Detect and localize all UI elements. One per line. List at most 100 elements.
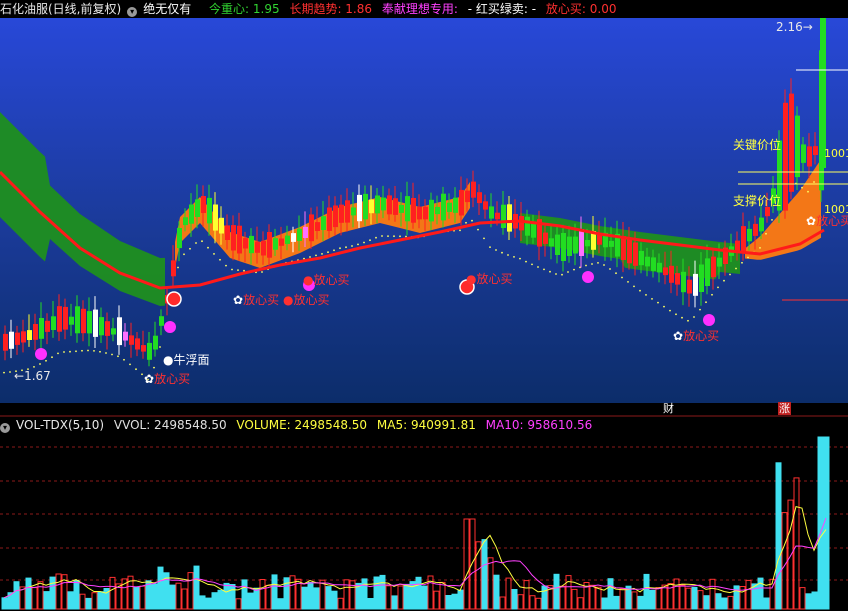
- header-item-trend: 长期趋势: 1.86: [289, 2, 373, 16]
- candle-body: [15, 332, 20, 345]
- candle-body: [693, 273, 698, 296]
- candle-body: [555, 234, 560, 255]
- candle-body: [69, 316, 74, 325]
- dotted-line-point: [549, 270, 551, 273]
- dotted-line-point: [813, 181, 815, 183]
- dotted-line-point: [213, 253, 215, 255]
- volume-bar: [727, 595, 734, 610]
- candle-body: [645, 256, 650, 267]
- settings-chevron-icon[interactable]: ▾: [127, 7, 138, 17]
- dotted-line-point: [543, 268, 545, 271]
- candle-body: [573, 236, 578, 254]
- volume-bar: [763, 597, 770, 610]
- header-item-center: 今重心: 1.95: [209, 2, 280, 16]
- candle-body: [183, 217, 188, 226]
- time-axis-strip: [0, 403, 848, 416]
- dotted-line-point: [705, 301, 707, 304]
- dotted-line-point: [333, 249, 335, 252]
- header-item-buy: 放心买: 0.00: [545, 2, 617, 16]
- dotted-line-point: [651, 298, 653, 300]
- candle-body: [435, 206, 440, 215]
- dotted-line-point: [351, 245, 353, 247]
- dotted-line-point: [63, 351, 65, 353]
- dotted-line-point: [555, 273, 557, 275]
- volume-bar: [517, 594, 524, 610]
- volume-item-ma5: MA5: 940991.81: [376, 418, 476, 432]
- volume-bar: [571, 588, 578, 610]
- magenta-marker: [35, 348, 47, 360]
- volume-bar: [457, 589, 464, 610]
- candle-body: [621, 236, 626, 260]
- candle-body: [261, 240, 266, 256]
- candle-body: [87, 311, 92, 334]
- volume-bar: [709, 578, 716, 610]
- volume-header: ▾ VOL-TDX(5,10) VVOL: 2498548.50 VOLUME: …: [0, 417, 598, 433]
- candle-body: [639, 250, 644, 266]
- candle-body: [543, 232, 548, 244]
- zhang-tag: 涨: [778, 402, 791, 415]
- candle-body: [297, 228, 302, 241]
- volume-bar: [601, 597, 608, 610]
- volume-bar: [307, 582, 314, 610]
- magenta-marker: [582, 271, 594, 283]
- candle-body: [117, 317, 122, 346]
- candle-body: [285, 235, 290, 244]
- volume-bar: [793, 477, 800, 610]
- candle-body: [459, 189, 464, 216]
- dotted-line-point: [663, 305, 665, 308]
- key-price-value: 1001: [824, 147, 848, 160]
- volume-bar: [289, 575, 296, 610]
- volume-bar: [259, 579, 266, 610]
- volume-bar: [241, 579, 248, 610]
- dotted-line-point: [693, 316, 695, 318]
- dotted-line-point: [699, 308, 701, 311]
- volume-bar: [541, 585, 548, 610]
- volume-bar: [577, 597, 584, 610]
- volume-bar: [439, 581, 446, 610]
- volume-bar: [109, 576, 116, 610]
- candle-body: [813, 146, 818, 155]
- candle-body: [789, 93, 794, 192]
- dotted-line-point: [219, 258, 221, 261]
- dotted-line-point: [717, 286, 719, 289]
- volume-bar: [175, 582, 182, 610]
- candle-body: [63, 306, 68, 330]
- dotted-line-point: [105, 352, 107, 354]
- candle-body: [111, 328, 116, 335]
- candle-body: [699, 264, 704, 292]
- dotted-line-point: [519, 257, 521, 260]
- candle-body: [57, 306, 62, 332]
- candle-body: [405, 196, 410, 222]
- dotted-line-point: [681, 316, 683, 319]
- dotted-line-point: [357, 243, 359, 246]
- dotted-line-point: [495, 249, 497, 251]
- dotted-line-point: [99, 350, 101, 353]
- candle-body: [531, 223, 536, 238]
- dotted-line-point: [633, 285, 635, 288]
- volume-bar: [367, 598, 374, 610]
- candle-body: [135, 338, 140, 350]
- candle-body: [375, 195, 380, 214]
- dotted-line-point: [75, 350, 77, 353]
- candle-body: [141, 345, 146, 352]
- candle-body: [765, 207, 770, 217]
- volume-settings-chevron-icon[interactable]: ▾: [0, 423, 10, 433]
- volume-bar: [559, 585, 566, 610]
- candle-body: [795, 115, 800, 178]
- candle-body: [147, 342, 152, 360]
- volume-bar: [397, 585, 404, 610]
- volume-bar: [523, 580, 530, 610]
- dotted-line-point: [513, 256, 515, 258]
- volume-bar: [649, 589, 656, 610]
- dotted-line-point: [135, 368, 137, 371]
- candle-body: [345, 200, 350, 223]
- candle-body: [249, 235, 254, 254]
- candle-body: [477, 192, 482, 204]
- volume-bar: [283, 577, 290, 610]
- candle-body: [39, 318, 44, 339]
- volume-bars: [1, 436, 830, 610]
- candle-body: [501, 204, 506, 228]
- dotted-line-point: [609, 268, 611, 270]
- candle-body: [627, 238, 632, 264]
- volume-bar: [247, 592, 254, 610]
